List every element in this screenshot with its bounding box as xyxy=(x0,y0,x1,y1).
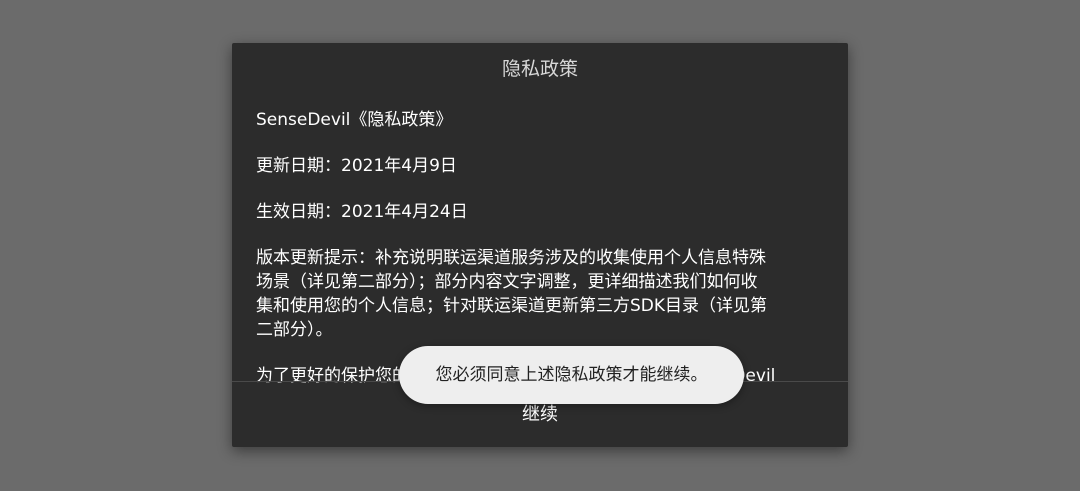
dialog-title: 隐私政策 xyxy=(501,58,578,80)
policy-heading: SenseDevil《隐私政策》 xyxy=(256,110,453,130)
toast-message: 您必须同意上述隐私政策才能继续。 xyxy=(399,346,744,404)
version-update-note: 版本更新提示：补充说明联运渠道服务涉及的收集使用个人信息特殊 场景（详见第二部分… xyxy=(256,248,768,340)
effective-date: 生效日期：2021年4月24日 xyxy=(256,202,468,222)
update-date: 更新日期：2021年4月9日 xyxy=(256,156,457,176)
